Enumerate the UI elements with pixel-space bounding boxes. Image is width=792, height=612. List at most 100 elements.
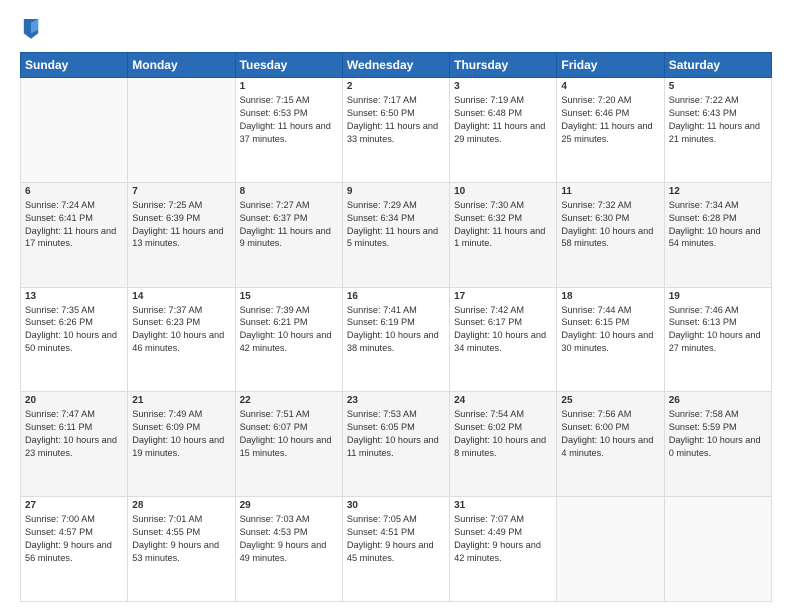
- daylight-text: Daylight: 10 hours and 8 minutes.: [454, 435, 546, 458]
- day-number: 30: [347, 500, 445, 511]
- calendar-week-row: 1 Sunrise: 7:15 AM Sunset: 6:53 PM Dayli…: [21, 78, 772, 183]
- page: SundayMondayTuesdayWednesdayThursdayFrid…: [0, 0, 792, 612]
- calendar-cell: [21, 78, 128, 183]
- daylight-text: Daylight: 11 hours and 9 minutes.: [240, 226, 331, 249]
- daylight-text: Daylight: 10 hours and 58 minutes.: [561, 226, 653, 249]
- calendar-cell: 18 Sunrise: 7:44 AM Sunset: 6:15 PM Dayl…: [557, 287, 664, 392]
- day-number: 16: [347, 291, 445, 302]
- day-number: 9: [347, 186, 445, 197]
- calendar-cell: 10 Sunrise: 7:30 AM Sunset: 6:32 PM Dayl…: [450, 182, 557, 287]
- sunrise-text: Sunrise: 7:22 AM: [669, 95, 739, 105]
- weekday-header: Sunday: [21, 53, 128, 78]
- calendar-week-row: 20 Sunrise: 7:47 AM Sunset: 6:11 PM Dayl…: [21, 392, 772, 497]
- day-number: 1: [240, 81, 338, 92]
- day-info: Sunrise: 7:37 AM Sunset: 6:23 PM Dayligh…: [132, 304, 230, 356]
- day-number: 11: [561, 186, 659, 197]
- daylight-text: Daylight: 10 hours and 27 minutes.: [669, 330, 761, 353]
- day-info: Sunrise: 7:03 AM Sunset: 4:53 PM Dayligh…: [240, 513, 338, 565]
- sunrise-text: Sunrise: 7:25 AM: [132, 200, 202, 210]
- daylight-text: Daylight: 10 hours and 42 minutes.: [240, 330, 332, 353]
- sunrise-text: Sunrise: 7:37 AM: [132, 305, 202, 315]
- calendar-cell: 27 Sunrise: 7:00 AM Sunset: 4:57 PM Dayl…: [21, 497, 128, 602]
- daylight-text: Daylight: 11 hours and 17 minutes.: [25, 226, 116, 249]
- daylight-text: Daylight: 10 hours and 30 minutes.: [561, 330, 653, 353]
- sunrise-text: Sunrise: 7:15 AM: [240, 95, 310, 105]
- calendar: SundayMondayTuesdayWednesdayThursdayFrid…: [20, 52, 772, 602]
- sunrise-text: Sunrise: 7:42 AM: [454, 305, 524, 315]
- sunrise-text: Sunrise: 7:01 AM: [132, 514, 202, 524]
- day-number: 3: [454, 81, 552, 92]
- daylight-text: Daylight: 9 hours and 49 minutes.: [240, 540, 327, 563]
- calendar-cell: 26 Sunrise: 7:58 AM Sunset: 5:59 PM Dayl…: [664, 392, 771, 497]
- sunrise-text: Sunrise: 7:29 AM: [347, 200, 417, 210]
- day-info: Sunrise: 7:17 AM Sunset: 6:50 PM Dayligh…: [347, 94, 445, 146]
- sunset-text: Sunset: 6:53 PM: [240, 108, 308, 118]
- daylight-text: Daylight: 9 hours and 45 minutes.: [347, 540, 434, 563]
- daylight-text: Daylight: 11 hours and 5 minutes.: [347, 226, 438, 249]
- day-info: Sunrise: 7:47 AM Sunset: 6:11 PM Dayligh…: [25, 408, 123, 460]
- sunset-text: Sunset: 6:39 PM: [132, 213, 200, 223]
- day-info: Sunrise: 7:41 AM Sunset: 6:19 PM Dayligh…: [347, 304, 445, 356]
- calendar-cell: 16 Sunrise: 7:41 AM Sunset: 6:19 PM Dayl…: [342, 287, 449, 392]
- sunrise-text: Sunrise: 7:32 AM: [561, 200, 631, 210]
- sunrise-text: Sunrise: 7:05 AM: [347, 514, 417, 524]
- sunrise-text: Sunrise: 7:03 AM: [240, 514, 310, 524]
- sunset-text: Sunset: 4:51 PM: [347, 527, 415, 537]
- daylight-text: Daylight: 10 hours and 4 minutes.: [561, 435, 653, 458]
- day-number: 2: [347, 81, 445, 92]
- calendar-cell: 17 Sunrise: 7:42 AM Sunset: 6:17 PM Dayl…: [450, 287, 557, 392]
- day-number: 17: [454, 291, 552, 302]
- daylight-text: Daylight: 10 hours and 0 minutes.: [669, 435, 761, 458]
- calendar-cell: 23 Sunrise: 7:53 AM Sunset: 6:05 PM Dayl…: [342, 392, 449, 497]
- sunrise-text: Sunrise: 7:00 AM: [25, 514, 95, 524]
- day-number: 12: [669, 186, 767, 197]
- day-number: 19: [669, 291, 767, 302]
- sunset-text: Sunset: 6:30 PM: [561, 213, 629, 223]
- sunrise-text: Sunrise: 7:24 AM: [25, 200, 95, 210]
- sunrise-text: Sunrise: 7:46 AM: [669, 305, 739, 315]
- day-number: 4: [561, 81, 659, 92]
- sunset-text: Sunset: 6:28 PM: [669, 213, 737, 223]
- weekday-header: Tuesday: [235, 53, 342, 78]
- sunset-text: Sunset: 6:41 PM: [25, 213, 93, 223]
- calendar-week-row: 6 Sunrise: 7:24 AM Sunset: 6:41 PM Dayli…: [21, 182, 772, 287]
- weekday-header: Monday: [128, 53, 235, 78]
- calendar-cell: 22 Sunrise: 7:51 AM Sunset: 6:07 PM Dayl…: [235, 392, 342, 497]
- daylight-text: Daylight: 10 hours and 50 minutes.: [25, 330, 117, 353]
- sunset-text: Sunset: 4:49 PM: [454, 527, 522, 537]
- calendar-cell: [128, 78, 235, 183]
- daylight-text: Daylight: 10 hours and 15 minutes.: [240, 435, 332, 458]
- day-info: Sunrise: 7:05 AM Sunset: 4:51 PM Dayligh…: [347, 513, 445, 565]
- day-info: Sunrise: 7:32 AM Sunset: 6:30 PM Dayligh…: [561, 199, 659, 251]
- calendar-cell: 15 Sunrise: 7:39 AM Sunset: 6:21 PM Dayl…: [235, 287, 342, 392]
- daylight-text: Daylight: 10 hours and 23 minutes.: [25, 435, 117, 458]
- day-number: 29: [240, 500, 338, 511]
- sunset-text: Sunset: 6:46 PM: [561, 108, 629, 118]
- daylight-text: Daylight: 11 hours and 33 minutes.: [347, 121, 438, 144]
- day-info: Sunrise: 7:35 AM Sunset: 6:26 PM Dayligh…: [25, 304, 123, 356]
- daylight-text: Daylight: 11 hours and 13 minutes.: [132, 226, 223, 249]
- day-number: 25: [561, 395, 659, 406]
- sunset-text: Sunset: 6:15 PM: [561, 317, 629, 327]
- day-number: 15: [240, 291, 338, 302]
- day-number: 27: [25, 500, 123, 511]
- calendar-cell: 30 Sunrise: 7:05 AM Sunset: 4:51 PM Dayl…: [342, 497, 449, 602]
- sunrise-text: Sunrise: 7:39 AM: [240, 305, 310, 315]
- sunset-text: Sunset: 6:37 PM: [240, 213, 308, 223]
- calendar-week-row: 13 Sunrise: 7:35 AM Sunset: 6:26 PM Dayl…: [21, 287, 772, 392]
- weekday-header: Thursday: [450, 53, 557, 78]
- sunset-text: Sunset: 6:05 PM: [347, 422, 415, 432]
- daylight-text: Daylight: 11 hours and 25 minutes.: [561, 121, 652, 144]
- calendar-cell: 11 Sunrise: 7:32 AM Sunset: 6:30 PM Dayl…: [557, 182, 664, 287]
- calendar-cell: 5 Sunrise: 7:22 AM Sunset: 6:43 PM Dayli…: [664, 78, 771, 183]
- sunrise-text: Sunrise: 7:41 AM: [347, 305, 417, 315]
- daylight-text: Daylight: 10 hours and 46 minutes.: [132, 330, 224, 353]
- sunset-text: Sunset: 6:00 PM: [561, 422, 629, 432]
- day-number: 22: [240, 395, 338, 406]
- calendar-cell: 14 Sunrise: 7:37 AM Sunset: 6:23 PM Dayl…: [128, 287, 235, 392]
- sunset-text: Sunset: 6:50 PM: [347, 108, 415, 118]
- calendar-cell: [664, 497, 771, 602]
- calendar-cell: 21 Sunrise: 7:49 AM Sunset: 6:09 PM Dayl…: [128, 392, 235, 497]
- sunset-text: Sunset: 6:13 PM: [669, 317, 737, 327]
- calendar-cell: 7 Sunrise: 7:25 AM Sunset: 6:39 PM Dayli…: [128, 182, 235, 287]
